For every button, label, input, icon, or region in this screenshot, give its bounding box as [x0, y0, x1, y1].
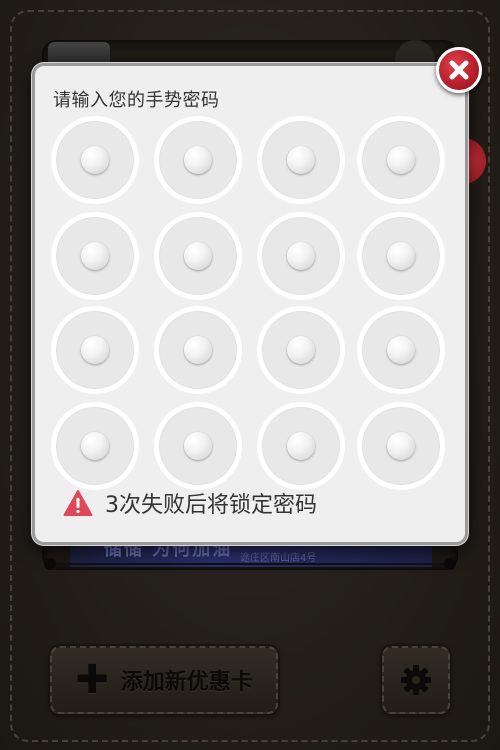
close-icon — [449, 60, 469, 80]
gesture-password-dialog: 请输入您的手势密码 3次失败后将锁定密码 — [32, 63, 468, 545]
close-button[interactable] — [436, 47, 482, 93]
gesture-dot[interactable] — [51, 212, 139, 300]
gear-icon — [401, 665, 431, 695]
add-card-label: 添加新优惠卡 — [120, 670, 253, 695]
card-strap — [44, 558, 456, 570]
gesture-dot[interactable] — [154, 402, 242, 490]
gesture-dot[interactable] — [257, 116, 345, 204]
gesture-dot[interactable] — [154, 306, 242, 394]
gesture-dot[interactable] — [357, 212, 445, 300]
gesture-dot[interactable] — [357, 306, 445, 394]
gesture-dot[interactable] — [257, 306, 345, 394]
add-card-button[interactable]: ✚ 添加新优惠卡 — [50, 646, 278, 714]
settings-button[interactable] — [382, 646, 450, 714]
warning-text: 3次失败后将锁定密码 — [105, 493, 317, 518]
gesture-dot[interactable] — [154, 212, 242, 300]
lock-warning: 3次失败后将锁定密码 — [63, 487, 317, 519]
gesture-dot[interactable] — [357, 402, 445, 490]
gesture-dot[interactable] — [257, 402, 345, 490]
warning-icon — [63, 490, 93, 516]
gesture-dot[interactable] — [51, 306, 139, 394]
gesture-dot[interactable] — [51, 116, 139, 204]
gesture-dot[interactable] — [51, 402, 139, 490]
gesture-dot[interactable] — [257, 212, 345, 300]
plus-icon: ✚ — [75, 657, 109, 703]
gesture-dot[interactable] — [154, 116, 242, 204]
gesture-dot[interactable] — [357, 116, 445, 204]
dialog-title: 请输入您的手势密码 — [53, 90, 220, 111]
